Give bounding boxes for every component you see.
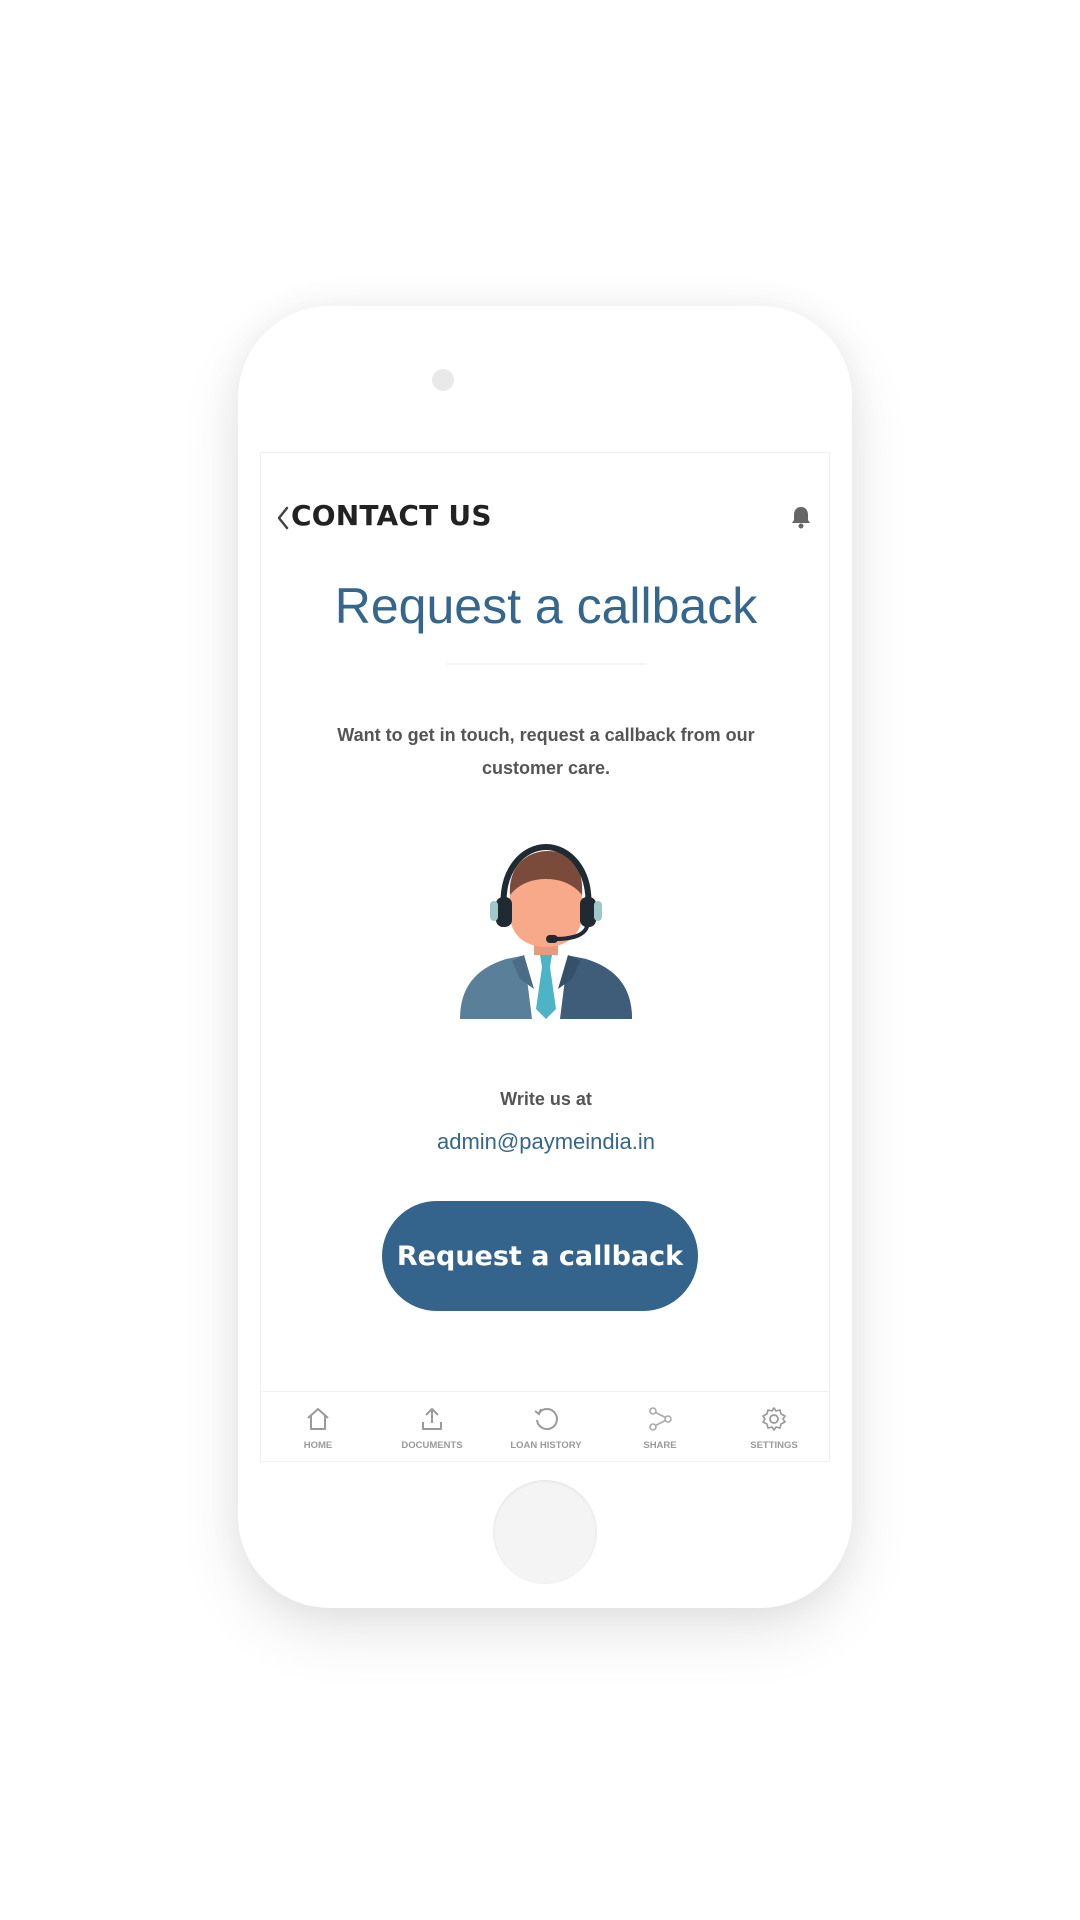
write-us-label: Write us at — [500, 1089, 592, 1109]
nav-label: LOAN HISTORY — [510, 1440, 582, 1451]
nav-item-share[interactable]: SHARE — [605, 1404, 715, 1451]
nav-label: SHARE — [643, 1440, 677, 1451]
callback-description: Want to get in touch, request a callback… — [337, 725, 755, 778]
history-icon — [531, 1404, 561, 1434]
nav-item-home[interactable]: HOME — [263, 1404, 373, 1451]
page-title: CONTACT US — [291, 499, 492, 532]
nav-item-loan-history[interactable]: LOAN HISTORY — [491, 1404, 601, 1451]
app-screen: CONTACT US Request a callback Want to ge… — [260, 452, 830, 1462]
home-icon — [303, 1404, 333, 1434]
support-agent-illustration — [460, 843, 632, 1019]
nav-label: HOME — [303, 1440, 333, 1451]
phone-home-button — [493, 1480, 597, 1584]
nav-label: SETTINGS — [750, 1440, 798, 1451]
email-link[interactable]: admin@paymeindia.in — [261, 1129, 829, 1155]
share-icon — [645, 1404, 675, 1434]
nav-label: DOCUMENTS — [401, 1440, 463, 1451]
nav-item-documents[interactable]: DOCUMENTS — [377, 1404, 487, 1451]
phone-frame: CONTACT US Request a callback Want to ge… — [238, 306, 852, 1608]
bottom-navigation: HOME DOCUMENTS LOAN HISTORY SHARE SETTIN… — [261, 1391, 829, 1461]
camera-dot — [432, 369, 454, 391]
title-divider — [446, 663, 646, 665]
nav-item-settings[interactable]: SETTINGS — [719, 1404, 829, 1451]
request-callback-button[interactable]: Request a callback — [382, 1201, 698, 1311]
chevron-left-icon[interactable] — [273, 503, 293, 533]
bell-icon[interactable] — [787, 503, 815, 531]
upload-icon — [417, 1404, 447, 1434]
gear-icon — [759, 1404, 789, 1434]
callback-heading: Request a callback — [334, 578, 758, 634]
